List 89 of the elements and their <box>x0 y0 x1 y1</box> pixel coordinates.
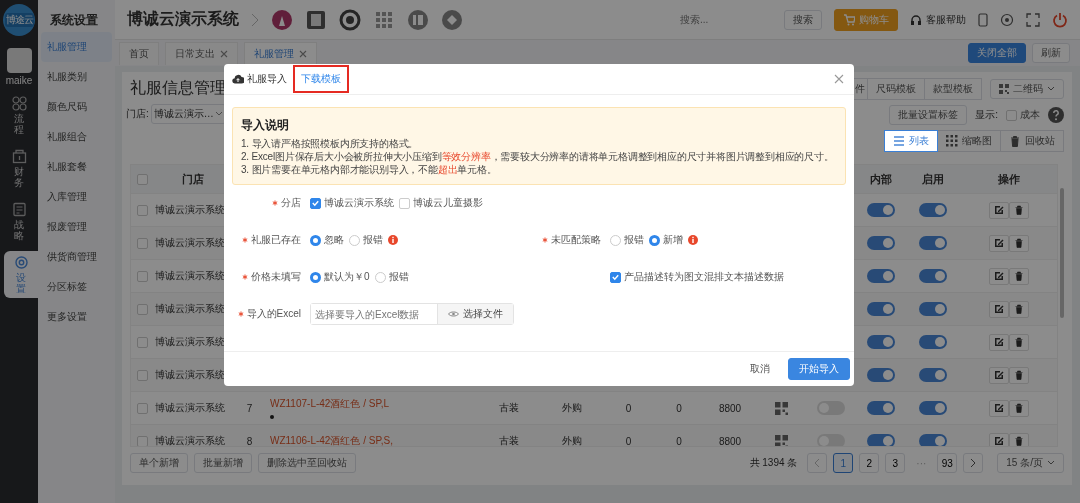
sidebar-item[interactable]: 报废管理 <box>41 212 112 242</box>
table-cell: 古装 <box>498 434 519 446</box>
page-button[interactable]: 1 <box>833 453 854 473</box>
page-size-select[interactable]: 15 条/页 <box>997 453 1064 473</box>
sidebar-item[interactable]: 礼服组合 <box>41 122 112 152</box>
display-label: 显示: <box>975 108 998 122</box>
option-label: 报错 <box>388 270 409 284</box>
page-button[interactable]: 93 <box>937 453 958 473</box>
table-cell: 博诚云演示系统 <box>155 434 225 446</box>
column-header: 操作 <box>998 171 1020 187</box>
table-cell: 0 <box>676 402 682 414</box>
sidebar-title: 系统设置 <box>49 12 99 29</box>
download-template-link[interactable]: 下载模板 <box>301 72 341 86</box>
tab[interactable]: 日常支出 <box>165 41 238 65</box>
sidebar-item[interactable]: 更多设置 <box>41 302 112 332</box>
sidebar-item[interactable]: 供货商管理 <box>41 242 112 272</box>
page-button[interactable]: 3 <box>885 453 906 473</box>
field-label: 礼服已存在 <box>251 233 301 247</box>
option-label: 新增 <box>663 233 683 247</box>
notice-text: 2. Excel图片保存后大小会被所拉伸大小压缩到等效分辨率，需要较大分辨率的请将单元格调整到相应的尺寸并将图片调整到相应的尺寸。 <box>241 150 834 163</box>
help-link[interactable]: 客服帮助 <box>910 12 966 27</box>
field-label: 导入的Excel <box>246 307 301 321</box>
view-tab[interactable]: 列表 <box>884 130 938 152</box>
table-cell: 8800 <box>718 435 742 446</box>
notice-text: 1. 导入请严格按照模板内所支持的格式。 <box>241 137 419 150</box>
option-label: 忽略 <box>324 233 344 247</box>
action-button[interactable]: 删除选中至回收站 <box>258 453 356 473</box>
file-field[interactable]: 选择要导入的Excel数据 选择文件 <box>310 303 514 325</box>
start-import-button[interactable]: 开始导入 <box>788 358 850 380</box>
sidebar-item[interactable]: 礼服管理 <box>41 32 112 62</box>
view-tab[interactable]: 缩略图 <box>937 130 1001 152</box>
nav-item[interactable]: 财务 <box>2 145 36 192</box>
refresh-button[interactable]: 刷新 <box>1032 43 1070 63</box>
option-label: 报错 <box>624 233 644 247</box>
nav-item[interactable]: 流程 <box>2 92 36 139</box>
username: maike <box>5 75 33 86</box>
option-label: 报错 <box>363 233 383 247</box>
notice-text: 3. 图片需要在单元格内部才能识别导入，不能超出单元格。 <box>241 163 497 176</box>
sidebar-item[interactable]: 礼服套餐 <box>41 152 112 182</box>
sidebar-item[interactable]: 入库管理 <box>41 182 112 212</box>
close-all-button[interactable]: 关闭全部 <box>968 43 1026 63</box>
filter-label: 门店: <box>126 107 149 121</box>
option-label: 博诚云儿童摄影 <box>413 196 483 210</box>
column-header: 内部 <box>870 171 892 187</box>
product-link[interactable]: WZ1106-L-42酒红色 / SP,S, <box>270 434 393 446</box>
table-cell: 0 <box>625 435 632 446</box>
qr-code-button[interactable]: 二维码 <box>990 79 1064 99</box>
app-title: 博诚云演示系统 <box>127 9 239 29</box>
table-cell: 0 <box>676 435 682 446</box>
sidebar-item[interactable]: 礼服类别 <box>41 62 112 92</box>
field-label: 分店 <box>281 196 301 210</box>
total-count: 共 1394 条 <box>749 456 798 470</box>
action-button[interactable]: 批量新增 <box>194 453 252 473</box>
logo-text: 博途云 <box>4 13 34 27</box>
sidebar-item[interactable]: 颜色尺码 <box>41 92 112 122</box>
product-link[interactable]: WZ1107-L-42酒红色 / SP,L <box>270 397 390 411</box>
tab[interactable]: 礼服管理 <box>244 41 317 65</box>
sidebar-item[interactable]: 分区标签 <box>41 272 112 302</box>
batch-tag-button[interactable]: 批量设置标签 <box>889 105 968 125</box>
template-button[interactable]: 尺码模板 <box>867 78 925 100</box>
table-cell: 博诚云演示系统 <box>155 401 225 415</box>
table-cell: 8800 <box>718 402 742 414</box>
choose-file-button[interactable]: 选择文件 <box>437 304 513 324</box>
column-header: 启用 <box>921 171 944 187</box>
page-button[interactable]: 2 <box>859 453 880 473</box>
option-label: 默认为￥0 <box>324 270 370 284</box>
table-cell: 0 <box>625 402 632 414</box>
table-cell: 古装 <box>498 401 519 415</box>
page-title: 礼服信息管理 <box>130 78 226 98</box>
option-label: 产品描述转为图文混排文本描述数据 <box>624 270 784 284</box>
notice-title: 导入说明 <box>241 117 290 134</box>
option-label: 博诚云演示系统 <box>324 196 394 210</box>
view-tab[interactable]: 回收站 <box>1000 130 1064 152</box>
search-button[interactable]: 搜索 <box>784 9 822 30</box>
field-label: 未匹配策略 <box>551 233 601 247</box>
nav-item[interactable]: 战略 <box>2 198 36 245</box>
table-cell: 外购 <box>562 401 582 415</box>
option-label: 成本 <box>1020 108 1040 122</box>
nav-item[interactable]: 设置 <box>4 251 38 298</box>
template-button[interactable]: 款型模板 <box>924 78 982 100</box>
dialog-title: 礼服导入 <box>247 72 287 86</box>
table-cell: 8 <box>246 435 253 446</box>
table-cell: 7 <box>246 402 253 414</box>
field-label: 价格未填写 <box>251 270 301 284</box>
cancel-button[interactable]: 取消 <box>742 359 778 379</box>
column-header: 门店 <box>182 171 204 187</box>
tab[interactable]: 首页 <box>119 41 159 65</box>
table-cell: 外购 <box>562 434 582 446</box>
action-button[interactable]: 单个新增 <box>130 453 188 473</box>
